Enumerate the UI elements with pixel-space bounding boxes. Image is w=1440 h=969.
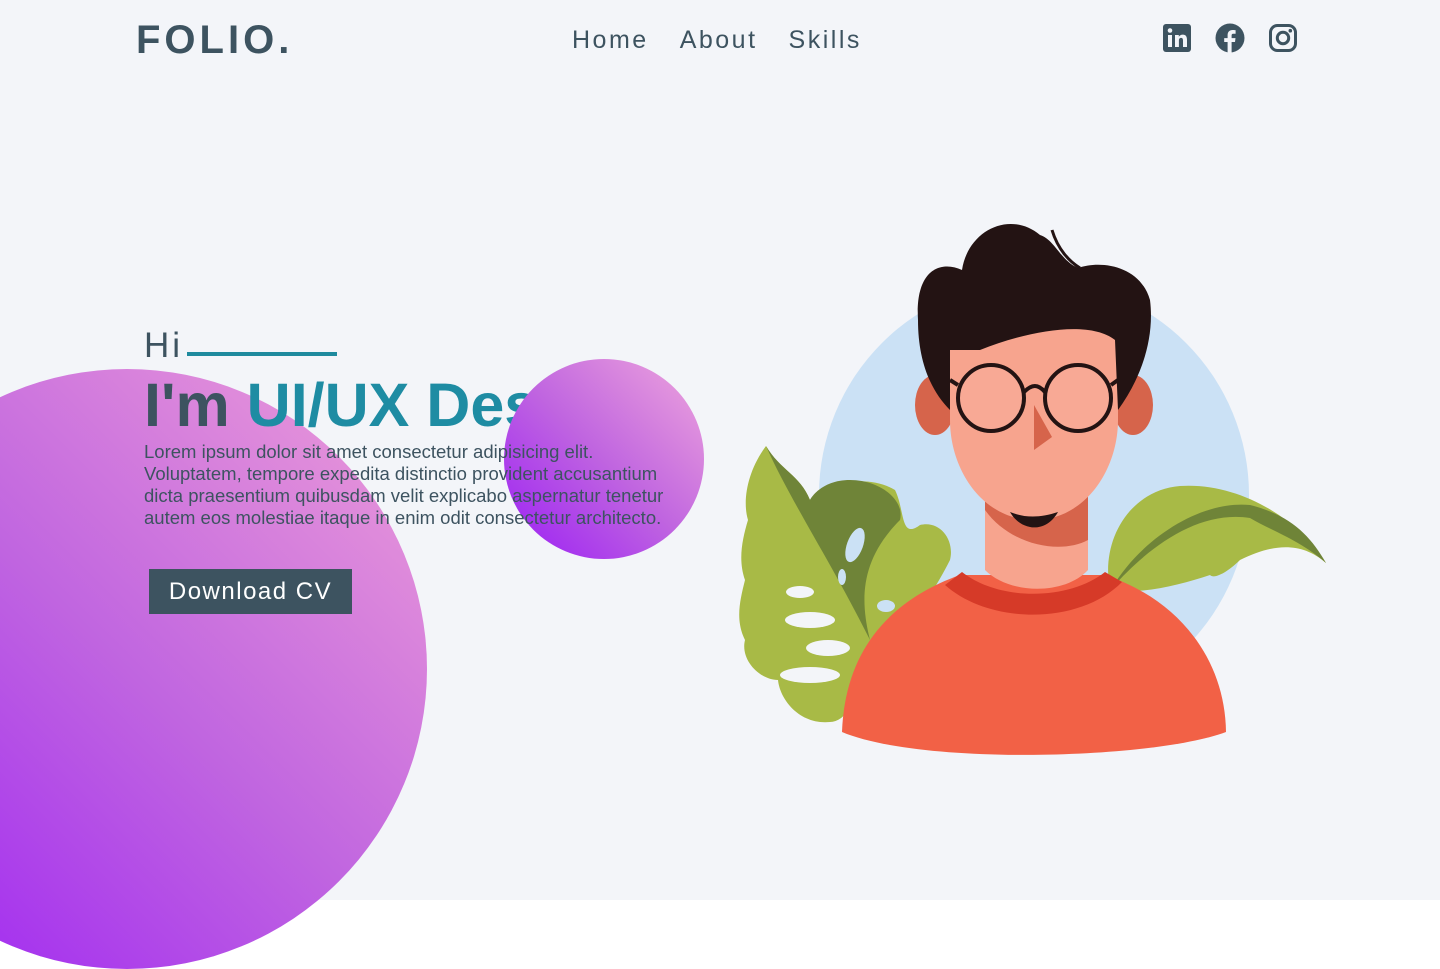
headline: I'm UI/UX Des| <box>144 370 554 440</box>
linkedin-icon[interactable] <box>1162 23 1192 53</box>
avatar-illustration <box>739 223 1326 755</box>
hero-description: Lorem ipsum dolor sit amet consectetur a… <box>144 441 664 528</box>
page: FOLIO. Home About Skills Hi I'm UI/UX De… <box>0 0 1440 969</box>
greeting-underline <box>187 352 337 356</box>
download-cv-button[interactable]: Download CV <box>149 569 352 614</box>
nav-about[interactable]: About <box>680 26 758 55</box>
social-links <box>1162 23 1298 53</box>
headline-role: UI/UX Des <box>246 371 539 439</box>
instagram-icon[interactable] <box>1268 23 1298 53</box>
nav-home[interactable]: Home <box>572 26 649 55</box>
main-nav: Home About Skills <box>572 26 862 55</box>
facebook-icon[interactable] <box>1215 23 1245 53</box>
greeting: Hi <box>144 326 184 365</box>
headline-prefix: I'm <box>144 371 247 439</box>
logo[interactable]: FOLIO. <box>136 18 293 63</box>
nav-skills[interactable]: Skills <box>789 26 862 55</box>
